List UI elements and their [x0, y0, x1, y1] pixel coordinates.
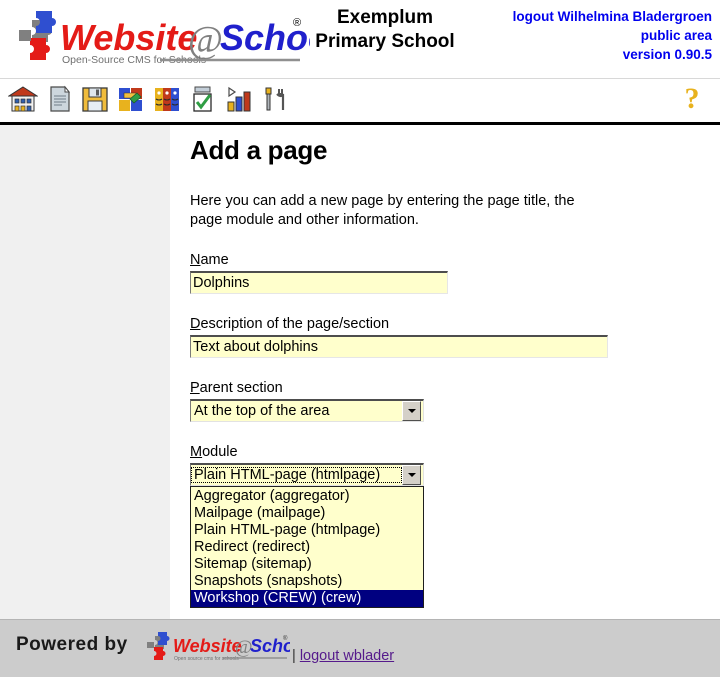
toolbar-item-tasks[interactable] — [186, 82, 220, 116]
footer-links: | logout wblader — [292, 648, 394, 664]
toolbar-item-users[interactable] — [150, 82, 184, 116]
save-disk-icon — [82, 87, 108, 112]
label-parent-section: Parent section — [190, 380, 712, 396]
label-parent-section-rest: arent section — [199, 380, 283, 397]
module-option[interactable]: Snapshots (snapshots) — [191, 573, 423, 590]
svg-text:Website: Website — [60, 17, 197, 58]
svg-text:Website: Website — [173, 636, 242, 656]
label-module-rest: odule — [202, 444, 238, 461]
toolbar-item-statistics[interactable] — [222, 82, 256, 116]
page-title: Add a page — [190, 135, 328, 165]
area-label: public area — [640, 28, 712, 44]
module-option[interactable]: Sitemap (sitemap) — [191, 556, 423, 573]
page-header: Website @ School ® Open-Source CMS for S… — [0, 0, 720, 78]
main-toolbar: ? — [0, 78, 720, 125]
footer-logout-link[interactable]: logout wblader — [300, 648, 394, 664]
toolbar-item-modules[interactable] — [114, 82, 148, 116]
toolbar-item-tools[interactable] — [258, 82, 292, 116]
module-selected-value: Plain HTML-page (htmlpage) — [191, 467, 402, 484]
users-icon — [155, 88, 179, 111]
module-select[interactable]: Plain HTML-page (htmlpage) — [190, 463, 424, 487]
footer-separator: | — [292, 648, 296, 664]
version-label: version 0.90.5 — [622, 47, 712, 63]
toolbar-item-pages[interactable] — [42, 82, 76, 116]
home-icon — [8, 86, 38, 112]
help-button[interactable]: ? — [676, 83, 708, 115]
field-group-module: Module Plain HTML-page (htmlpage) Aggreg… — [190, 444, 712, 609]
label-description-accesskey: D — [190, 316, 201, 333]
toolbar-item-home[interactable] — [6, 82, 40, 116]
tools-icon — [265, 87, 285, 111]
module-option[interactable]: Redirect (redirect) — [191, 539, 423, 556]
parent-section-select[interactable]: At the top of the area — [190, 399, 424, 423]
parent-section-selected-value: At the top of the area — [194, 403, 330, 420]
module-options-list[interactable]: Aggregator (aggregator) Mailpage (mailpag… — [190, 486, 424, 609]
name-input[interactable] — [190, 271, 448, 295]
statistics-chart-icon — [227, 86, 251, 112]
main-content: Add a page Here you can add a new page b… — [190, 125, 712, 619]
site-logo[interactable]: Website @ School ® Open-Source CMS for S… — [10, 8, 310, 70]
logout-link[interactable]: logout Wilhelmina Bladergroen — [513, 7, 712, 26]
label-parent-section-accesskey: P — [190, 380, 200, 397]
field-group-description: Description of the page/section — [190, 316, 712, 359]
sidebar — [0, 125, 170, 619]
label-module: Module — [190, 444, 712, 460]
label-description-rest: escription of the page/section — [200, 316, 390, 333]
svg-text:®: ® — [293, 17, 301, 29]
toolbar-item-file-manager[interactable] — [78, 82, 112, 116]
svg-text:Open source cms for schools: Open source cms for schools — [174, 656, 239, 662]
powered-by-label: Powered by — [16, 634, 128, 655]
footer-logo[interactable]: Website @ School ® Open source cms for s… — [145, 630, 290, 666]
chevron-down-icon[interactable] — [402, 465, 421, 486]
label-module-accesskey: M — [190, 444, 203, 461]
page-icon — [50, 85, 71, 112]
svg-text:®: ® — [283, 635, 288, 642]
school-name-line1: Exemplum — [336, 7, 434, 28]
module-option[interactable]: Mailpage (mailpage) — [191, 505, 423, 522]
chevron-down-icon[interactable] — [402, 401, 421, 422]
label-description: Description of the page/section — [190, 316, 712, 332]
module-option[interactable]: Aggregator (aggregator) — [191, 488, 423, 505]
header-user-info: logout Wilhelmina Bladergroen public are… — [513, 7, 712, 64]
school-name-line2: Primary School — [315, 30, 455, 52]
application-window: Website @ School ® Open-Source CMS for S… — [0, 0, 720, 677]
page-body: Add a page Here you can add a new page b… — [0, 125, 720, 619]
question-mark-icon: ? — [684, 82, 700, 115]
module-option[interactable]: Workshop (CREW) (crew) — [191, 590, 423, 608]
label-name-accesskey: N — [190, 252, 201, 269]
website-at-school-logo-graphic: Website @ School ® Open-Source CMS for S… — [19, 11, 310, 66]
label-name-rest: ame — [200, 252, 229, 269]
page-footer: Powered by Website @ School ® Open sourc… — [0, 619, 720, 677]
field-group-parent-section: Parent section At the top of the area — [190, 380, 712, 423]
label-name: Name — [190, 252, 712, 268]
school-name: Exemplum Primary School — [305, 6, 465, 54]
module-option[interactable]: Plain HTML-page (htmlpage) — [191, 522, 423, 539]
field-group-name: Name — [190, 252, 712, 295]
checklist-icon — [193, 86, 212, 112]
description-input[interactable] — [190, 335, 608, 359]
modules-puzzle-icon — [119, 88, 142, 111]
toolbar-icon-group — [6, 82, 292, 116]
intro-text: Here you can add a new page by entering … — [190, 193, 575, 229]
